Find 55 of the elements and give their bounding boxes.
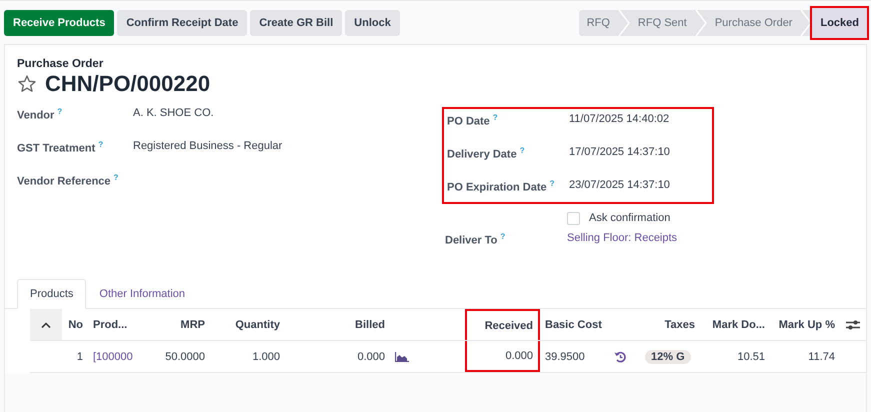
date-value[interactable]: 11/07/2025 14:40:02 bbox=[569, 113, 670, 125]
column-header[interactable]: Mark Do... bbox=[700, 309, 770, 340]
table-cell: 10.51 bbox=[737, 350, 765, 362]
column-header[interactable]: MRP bbox=[140, 309, 210, 340]
table-cell: 0.000 bbox=[357, 350, 385, 362]
table-cell: 39.9500 bbox=[545, 350, 585, 362]
history-icon[interactable] bbox=[614, 350, 626, 362]
checkbox-label: Ask confirmation bbox=[589, 212, 670, 224]
checkbox[interactable] bbox=[567, 212, 580, 224]
location-link[interactable]: Selling Floor: Receipts bbox=[567, 232, 678, 244]
table-cell: 1.000 bbox=[252, 350, 280, 362]
status-step[interactable]: Purchase Order bbox=[706, 10, 800, 36]
chevron-separator-icon bbox=[800, 10, 812, 36]
column-header[interactable]: Quantity bbox=[210, 309, 285, 340]
column-header[interactable]: Prod... bbox=[88, 309, 140, 340]
status-step[interactable]: Locked bbox=[812, 8, 867, 38]
tab[interactable]: Other Information bbox=[86, 279, 198, 309]
column-header[interactable]: Billed bbox=[285, 309, 390, 340]
field-label: PO Date bbox=[447, 116, 490, 128]
field-label: PO Expiration Date bbox=[447, 182, 547, 194]
field-value[interactable]: A. K. SHOE CO. bbox=[133, 107, 214, 119]
table-cell: 11.74 bbox=[808, 350, 835, 362]
field-label: GST Treatment bbox=[17, 142, 96, 155]
date-value[interactable]: 23/07/2025 14:37:10 bbox=[569, 179, 670, 191]
chevron-separator-icon bbox=[618, 10, 630, 36]
action-button[interactable]: Receive Products bbox=[4, 10, 114, 36]
settings-icon[interactable] bbox=[846, 318, 860, 330]
star-icon[interactable] bbox=[17, 74, 37, 94]
action-button[interactable]: Unlock bbox=[345, 10, 400, 36]
status-step[interactable]: RFQ Sent bbox=[630, 10, 695, 36]
field-label: Vendor Reference bbox=[17, 176, 111, 188]
column-header[interactable]: No bbox=[62, 309, 88, 340]
table-cell: 0.000 bbox=[505, 350, 533, 362]
product-link[interactable]: [100000 bbox=[93, 350, 133, 362]
tab[interactable]: Products bbox=[17, 279, 86, 309]
tax-tag: 12% G bbox=[645, 350, 691, 364]
field-value[interactable]: Registered Business - Regular bbox=[133, 140, 282, 152]
column-header[interactable]: Taxes bbox=[640, 309, 700, 340]
column-header[interactable]: Basic Cost bbox=[540, 309, 600, 340]
column-header[interactable]: Received bbox=[465, 309, 540, 340]
action-button[interactable]: Create GR Bill bbox=[250, 10, 342, 36]
table-cell: 50.0000 bbox=[165, 350, 205, 362]
action-button[interactable]: Confirm Receipt Date bbox=[117, 10, 248, 36]
caret-up-icon[interactable] bbox=[41, 322, 51, 328]
record-type-label: Purchase Order bbox=[17, 58, 104, 70]
table-cell: 1 bbox=[76, 350, 83, 362]
chevron-separator-icon bbox=[694, 10, 707, 36]
field-label: Vendor bbox=[17, 110, 54, 122]
date-value[interactable]: 17/07/2025 14:37:10 bbox=[569, 146, 670, 158]
area-chart-icon[interactable] bbox=[395, 352, 409, 362]
column-header[interactable]: Mark Up % bbox=[770, 309, 840, 340]
status-step[interactable]: RFQ bbox=[578, 10, 618, 36]
record-name: CHN/PO/000220 bbox=[45, 71, 210, 97]
field-label: Deliver To bbox=[445, 234, 498, 247]
field-label: Delivery Date bbox=[447, 148, 517, 161]
